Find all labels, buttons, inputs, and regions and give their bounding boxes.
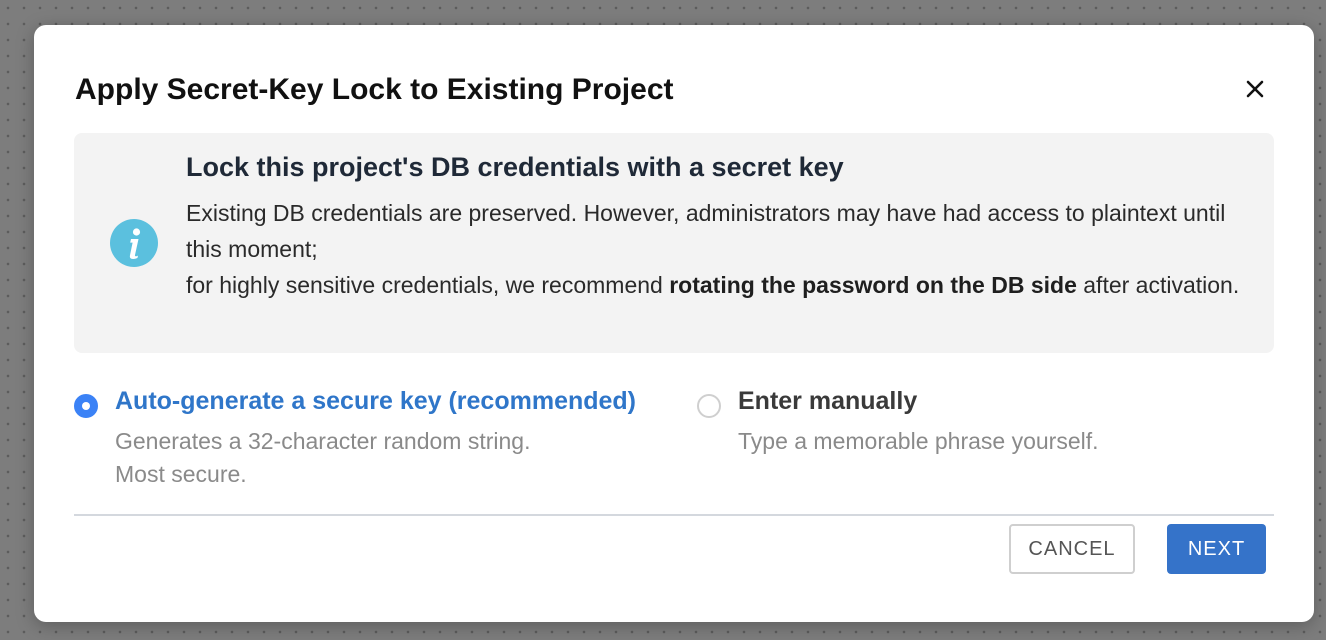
next-button[interactable]: NEXT [1167, 524, 1266, 574]
info-line-2-prefix: for highly sensitive credentials, we rec… [186, 272, 670, 298]
info-line-2-suffix: after activation. [1076, 272, 1240, 298]
info-alert: Lock this project's DB credentials with … [74, 133, 1274, 353]
info-heading: Lock this project's DB credentials with … [186, 152, 844, 182]
radio-auto-generate[interactable] [74, 394, 98, 418]
dialog-title: Apply Secret-Key Lock to Existing Projec… [75, 73, 674, 106]
option-auto-generate-desc-line-2: Most secure. [115, 461, 247, 487]
info-line-2: for highly sensitive credentials, we rec… [186, 267, 1256, 303]
option-auto-generate-desc-line-1: Generates a 32-character random string. [115, 428, 531, 454]
radio-enter-manually[interactable] [697, 394, 721, 418]
info-icon [110, 219, 158, 267]
option-enter-manually-desc-line: Type a memorable phrase yourself. [738, 428, 1099, 454]
option-auto-generate-label[interactable]: Auto-generate a secure key (recommended) [115, 382, 636, 420]
option-enter-manually-label[interactable]: Enter manually [738, 382, 917, 420]
option-auto-generate-description: Generates a 32-character random string. … [115, 425, 530, 491]
dialog: Apply Secret-Key Lock to Existing Projec… [34, 25, 1314, 622]
option-enter-manually-description: Type a memorable phrase yourself. [738, 425, 1099, 458]
footer-divider [74, 514, 1274, 516]
info-line-2-emphasis: rotating the password on the DB side [669, 272, 1077, 298]
info-body: Existing DB credentials are preserved. H… [186, 195, 1256, 303]
close-icon [1246, 80, 1264, 98]
cancel-button[interactable]: CANCEL [1009, 524, 1135, 574]
close-button[interactable] [1241, 75, 1269, 103]
info-line-1: Existing DB credentials are preserved. H… [186, 200, 1226, 262]
